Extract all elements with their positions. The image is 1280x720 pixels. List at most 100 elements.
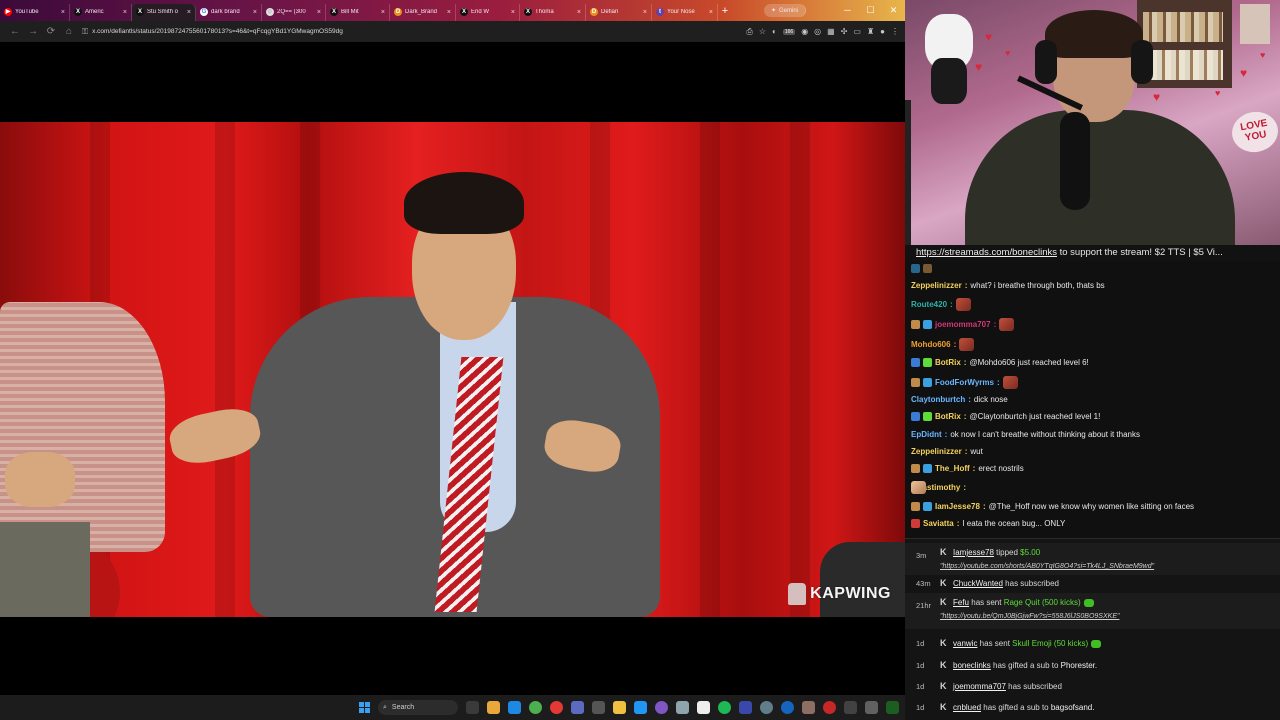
close-tab-icon[interactable]: ×: [61, 9, 65, 16]
tab-7[interactable]: X End W ×: [456, 3, 520, 21]
app-icon[interactable]: [592, 701, 605, 714]
close-tab-icon[interactable]: ×: [123, 9, 127, 16]
activity-username[interactable]: boneclinks: [953, 661, 991, 670]
menu-icon[interactable]: ⋮: [891, 27, 899, 36]
vscode-icon[interactable]: [634, 701, 647, 714]
extension-icon[interactable]: ♜: [867, 27, 874, 36]
activity-item[interactable]: 1d Kjoemomma707 has subscribed: [905, 678, 1280, 694]
chat-username[interactable]: IamJesse78: [935, 502, 980, 511]
activity-item[interactable]: 43m K ChuckWanted has subscribed: [905, 575, 1280, 591]
activity-item[interactable]: 1d Kboneclinks has gifted a sub to Phores…: [905, 657, 1280, 673]
sidebar-icon[interactable]: ▭: [853, 27, 861, 36]
reload-button[interactable]: ⟳: [42, 26, 60, 37]
activity-item[interactable]: 3m K Iamjesse78 tipped $5.00 "https://youtu…: [905, 543, 1280, 575]
app-icon[interactable]: [781, 701, 794, 714]
extension-icon[interactable]: ▦: [827, 27, 835, 36]
bookmark-star-icon[interactable]: ☆: [759, 27, 766, 36]
close-tab-icon[interactable]: ×: [381, 9, 385, 16]
activity-username[interactable]: vanwic: [953, 639, 977, 648]
app-icon[interactable]: [886, 701, 899, 714]
chat-username[interactable]: Mohdo606: [911, 340, 951, 349]
close-tab-icon[interactable]: ×: [317, 9, 321, 16]
tab-0[interactable]: ▶ YouTube ×: [0, 3, 70, 21]
ticker-link[interactable]: https://streamads.com/boneclinks: [916, 247, 1057, 258]
activity-username[interactable]: Fefu: [953, 598, 969, 607]
tab-1[interactable]: X Americ ×: [70, 3, 132, 21]
activity-username[interactable]: Iamjesse78: [953, 548, 994, 557]
chat-username[interactable]: BotRix: [935, 358, 961, 367]
spotify-icon[interactable]: [718, 701, 731, 714]
chat-username[interactable]: The_Hoff: [935, 464, 970, 473]
maximize-button[interactable]: ☐: [859, 5, 882, 16]
close-tab-icon[interactable]: ×: [709, 9, 713, 16]
extension-icon[interactable]: ◎: [814, 27, 821, 36]
activity-item[interactable]: 1d Kvanwic has sent Skull Emoji (50 kicks…: [905, 635, 1280, 651]
close-tab-icon[interactable]: ×: [447, 9, 451, 16]
back-button[interactable]: ←: [6, 26, 24, 37]
new-tab-button[interactable]: +: [718, 5, 732, 17]
tab-9[interactable]: D Defian ×: [586, 3, 652, 21]
chat-username[interactable]: Saviatta: [923, 519, 954, 528]
app-icon[interactable]: [802, 701, 815, 714]
activity-username[interactable]: cnblued: [953, 703, 981, 712]
chat-username[interactable]: EpDidnt: [911, 430, 942, 439]
chat-username[interactable]: Zeppelinizzer: [911, 447, 962, 456]
activity-username[interactable]: ChuckWanted: [953, 579, 1003, 588]
close-tab-icon[interactable]: ×: [643, 9, 647, 16]
minimize-button[interactable]: ─: [836, 5, 859, 16]
taskbar-search[interactable]: ⌕ Search: [378, 700, 458, 715]
activity-link[interactable]: "https://youtu.be/QmJ0BjGjwFw?si=558J6lJ…: [940, 613, 1119, 620]
puzzle-icon[interactable]: ✣: [841, 27, 848, 36]
app-icon[interactable]: [865, 701, 878, 714]
activity-item[interactable]: 21hr K Fefu has sent Rage Quit (500 kicks)…: [905, 593, 1280, 629]
tab-5[interactable]: X Bill Mit ×: [326, 3, 390, 21]
tab-4[interactable]: ◌ 2Q== (300 ×: [262, 3, 326, 21]
home-button[interactable]: ⌂: [60, 26, 78, 37]
activity-link[interactable]: "https://youtube.com/shorts/AB0YTqIG8O4?…: [940, 563, 1154, 570]
app-icon[interactable]: [655, 701, 668, 714]
url-field[interactable]: x.com/defiantls/status/20198724755601780…: [92, 28, 343, 35]
app-icon[interactable]: [844, 701, 857, 714]
close-tab-icon[interactable]: ×: [511, 9, 515, 16]
file-explorer-icon[interactable]: [487, 701, 500, 714]
extension-icon[interactable]: ◐: [772, 27, 777, 36]
close-tab-icon[interactable]: ×: [253, 9, 257, 16]
tab-3[interactable]: Gdark brand ×: [196, 3, 262, 21]
app-icon[interactable]: [739, 701, 752, 714]
activity-username[interactable]: joemomma707: [953, 682, 1006, 691]
chat-username[interactable]: Route420: [911, 300, 947, 309]
chat-username[interactable]: BotRix: [935, 412, 961, 421]
close-window-button[interactable]: ✕: [882, 5, 905, 16]
app-icon[interactable]: [676, 701, 689, 714]
chat-username[interactable]: FoodForWyrms: [935, 378, 994, 387]
app-icon[interactable]: [823, 701, 836, 714]
profile-icon[interactable]: ●: [880, 27, 885, 36]
obs-icon[interactable]: [697, 701, 710, 714]
close-tab-icon[interactable]: ×: [577, 9, 581, 16]
extension-badge[interactable]: 166: [782, 28, 796, 35]
app-icon[interactable]: [760, 701, 773, 714]
app-icon[interactable]: [571, 701, 584, 714]
video-frame[interactable]: KAPWING: [0, 122, 905, 617]
app-icon[interactable]: [550, 701, 563, 714]
install-icon[interactable]: ⎙: [746, 27, 752, 37]
site-info-icon[interactable]: ⚿: [82, 27, 88, 37]
start-button[interactable]: [359, 702, 370, 713]
tab-6[interactable]: D Dark_Brand ×: [390, 3, 456, 21]
video-player[interactable]: KAPWING: [0, 42, 905, 695]
tab-10[interactable]: t Your Nose ×: [652, 3, 718, 21]
task-view-icon[interactable]: [466, 701, 479, 714]
chat-username[interactable]: joemomma707: [935, 320, 991, 329]
chat-username[interactable]: Claytonburtch: [911, 395, 965, 404]
edge-icon[interactable]: [508, 701, 521, 714]
tab-2[interactable]: X Stu Smith o ×: [132, 3, 196, 21]
forward-button[interactable]: →: [24, 26, 42, 37]
tab-8[interactable]: X Thoma ×: [520, 3, 586, 21]
activity-item[interactable]: 1d Kcnblued has gifted a sub to bagsofsan…: [905, 699, 1280, 715]
close-tab-icon[interactable]: ×: [187, 9, 191, 16]
gemini-button[interactable]: ✦ Gemini: [764, 4, 807, 17]
chrome-icon[interactable]: [529, 701, 542, 714]
chat-username[interactable]: Zeppelinizzer: [911, 281, 962, 290]
extension-icon[interactable]: ◉: [801, 27, 808, 36]
folder-icon[interactable]: [613, 701, 626, 714]
